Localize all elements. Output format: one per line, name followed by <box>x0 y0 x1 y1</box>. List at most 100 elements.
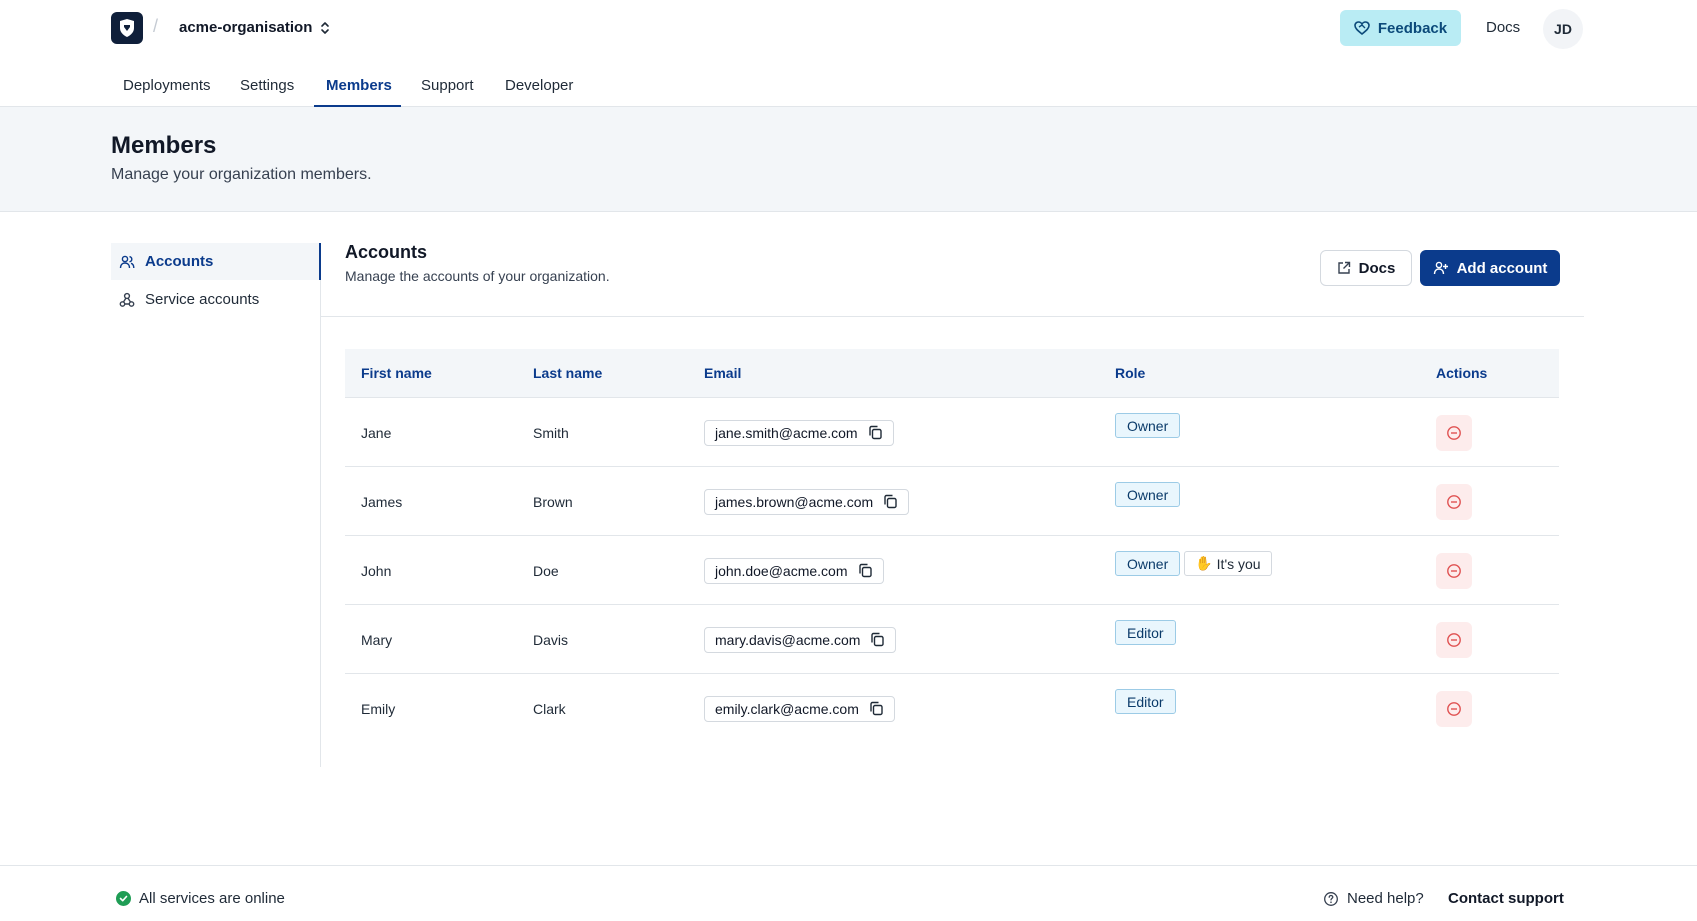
copy-email-button[interactable] <box>858 563 873 578</box>
page-subtitle: Manage your organization members. <box>111 166 372 183</box>
tab-members[interactable]: Members <box>314 56 401 107</box>
role-badge: Owner <box>1115 482 1181 507</box>
copy-icon <box>870 701 883 716</box>
minus-circle-icon <box>1447 563 1461 578</box>
email-cell: john.doe@acme.com <box>704 536 884 605</box>
heart-handshake-icon <box>1354 21 1370 36</box>
section-title: Accounts <box>345 242 428 262</box>
table-row: Mary Davis mary.davis@acme.com Editor <box>345 605 1559 674</box>
actions-cell <box>1436 467 1472 536</box>
status-text: All services are online <box>139 890 285 907</box>
accounts-table: First name Last name Email Role Actions … <box>345 349 1559 743</box>
email-chip: emily.clark@acme.com <box>704 695 895 722</box>
last-name-cell: Clark <box>533 700 566 717</box>
last-name-cell: Smith <box>533 424 569 441</box>
email-chip: james.brown@acme.com <box>704 488 910 515</box>
email-chip: jane.smith@acme.com <box>704 419 894 446</box>
table-row: John Doe john.doe@acme.com Owner ✋ It's … <box>345 536 1559 605</box>
add-account-button[interactable]: Add account <box>1420 250 1560 286</box>
copy-icon <box>884 494 897 509</box>
first-name-cell: James <box>361 493 403 510</box>
column-header-first-name[interactable]: First name <box>361 349 432 398</box>
docs-link[interactable]: Docs <box>1486 19 1520 36</box>
feedback-label: Feedback <box>1377 19 1448 37</box>
actions-cell <box>1436 674 1472 743</box>
actions-cell <box>1436 536 1472 605</box>
email-cell: jane.smith@acme.com <box>704 398 894 467</box>
remove-member-button[interactable] <box>1436 483 1472 520</box>
role-cell: Owner <box>1115 398 1181 467</box>
copy-email-button[interactable] <box>870 632 885 647</box>
role-cell: Editor <box>1115 605 1176 674</box>
remove-member-button[interactable] <box>1436 621 1472 658</box>
first-name-cell: Emily <box>361 700 396 717</box>
email-chip: mary.davis@acme.com <box>704 626 897 653</box>
footer: All services are online Need help? Conta… <box>0 865 1697 921</box>
page-header: Members Manage your organization members… <box>0 107 1697 212</box>
feedback-button[interactable]: Feedback <box>1340 10 1461 46</box>
copy-email-button[interactable] <box>868 425 883 440</box>
last-name-cell: Doe <box>533 562 559 579</box>
help-circle-icon <box>1324 891 1338 906</box>
actions-cell <box>1436 605 1472 674</box>
webhook-icon <box>119 292 135 307</box>
table-header: First name Last name Email Role Actions <box>345 349 1559 398</box>
user-avatar[interactable]: JD <box>1543 9 1583 49</box>
page-title: Members <box>111 132 217 159</box>
role-badge: Editor <box>1115 689 1176 714</box>
top-bar: / acme-organisation Feedback Docs JD <box>0 0 1697 56</box>
sidebar-item-service-accounts[interactable]: Service accounts <box>111 281 321 318</box>
column-header-role[interactable]: Role <box>1115 349 1145 398</box>
column-header-last-name[interactable]: Last name <box>533 349 602 398</box>
user-plus-icon <box>1433 261 1448 275</box>
breadcrumb-separator: / <box>153 16 159 36</box>
members-sidebar: Accounts Service accounts <box>111 243 321 767</box>
sidebar-item-accounts[interactable]: Accounts <box>111 243 321 280</box>
tab-support[interactable]: Support <box>409 56 485 106</box>
copy-email-button[interactable] <box>869 701 884 716</box>
tab-developer[interactable]: Developer <box>493 56 583 106</box>
column-header-actions: Actions <box>1436 365 1488 381</box>
external-link-icon <box>1337 261 1350 274</box>
minus-circle-icon <box>1447 425 1461 440</box>
email-text: emily.clark@acme.com <box>715 700 859 717</box>
copy-icon <box>871 632 885 647</box>
actions-cell <box>1436 398 1472 467</box>
need-help-link[interactable]: Need help? <box>1323 890 1424 907</box>
minus-circle-icon <box>1447 632 1461 647</box>
docs-button-label: Docs <box>1358 259 1396 277</box>
app-logo[interactable] <box>111 12 143 44</box>
first-name-cell: Jane <box>361 424 392 441</box>
role-badge: Owner <box>1115 413 1181 438</box>
remove-member-button[interactable] <box>1436 690 1472 727</box>
need-help-label: Need help? <box>1347 890 1424 907</box>
tab-settings[interactable]: Settings <box>228 56 306 106</box>
role-badge: Owner <box>1115 551 1181 576</box>
check-circle-icon <box>116 891 131 906</box>
table-row: James Brown james.brown@acme.com Owner <box>345 467 1559 536</box>
last-name-cell: Brown <box>533 493 573 510</box>
remove-member-button[interactable] <box>1436 552 1472 589</box>
email-text: john.doe@acme.com <box>715 562 848 579</box>
sidebar-item-label: Service accounts <box>145 291 260 308</box>
last-name-cell: Davis <box>533 631 569 648</box>
table-row: Jane Smith jane.smith@acme.com Owner <box>345 398 1559 467</box>
add-account-label: Add account <box>1456 259 1548 277</box>
column-header-email[interactable]: Email <box>704 349 741 398</box>
org-name[interactable]: acme-organisation <box>179 19 312 36</box>
copy-email-button[interactable] <box>883 494 898 509</box>
email-text: mary.davis@acme.com <box>715 631 861 648</box>
current-user-badge: ✋ It's you <box>1184 551 1272 576</box>
minus-circle-icon <box>1447 701 1461 716</box>
email-cell: mary.davis@acme.com <box>704 605 897 674</box>
remove-member-button[interactable] <box>1436 414 1472 451</box>
chevron-up-down-icon <box>321 22 329 34</box>
tab-deployments[interactable]: Deployments <box>111 56 220 106</box>
users-icon <box>119 255 135 268</box>
email-cell: emily.clark@acme.com <box>704 674 895 743</box>
contact-support-link[interactable]: Contact support <box>1448 890 1564 907</box>
copy-icon <box>868 425 882 440</box>
docs-button[interactable]: Docs <box>1320 250 1412 286</box>
main-nav: Deployments Settings Members Support Dev… <box>0 56 1697 107</box>
org-switcher[interactable] <box>316 18 334 38</box>
